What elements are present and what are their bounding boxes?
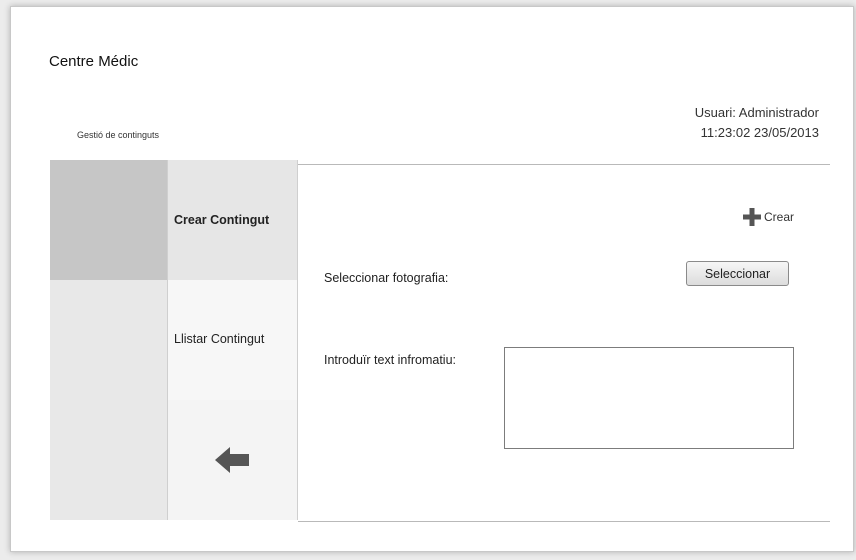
sidebar-item-llistar-contingut[interactable]: Llistar Contingut [168,280,297,400]
selection-indicator [50,160,167,280]
sidebar-item-label: Crear Contingut [174,213,270,227]
sidebar-nav: Crear Contingut Llistar Contingut [168,160,298,520]
create-button[interactable]: Crear [742,207,794,227]
arrow-left-icon [214,447,249,473]
sidebar-item-crear-contingut[interactable]: Crear Contingut [168,160,297,280]
main-panel: Crear Seleccionar fotografia: Selecciona… [298,164,830,522]
section-subtitle: Gestió de continguts [77,130,160,140]
user-label: Usuari: Administrador [694,105,819,120]
select-photo-button[interactable]: Seleccionar [686,261,789,286]
sidebar-item-label: Llistar Contingut [174,332,265,346]
app-title: Centre Médic [49,53,139,70]
photo-label: Seleccionar fotografia: [324,271,449,285]
datetime: 11:23:02 23/05/2013 [700,125,819,140]
back-button[interactable] [168,400,297,520]
plus-icon [743,208,761,226]
left-column [50,160,168,520]
info-text-field[interactable] [504,347,794,449]
create-label: Crear [764,210,795,224]
user-info: Usuari: Administrador 11:23:02 23/05/201… [695,103,819,143]
text-label: Introduïr text infromatiu: [324,353,457,367]
